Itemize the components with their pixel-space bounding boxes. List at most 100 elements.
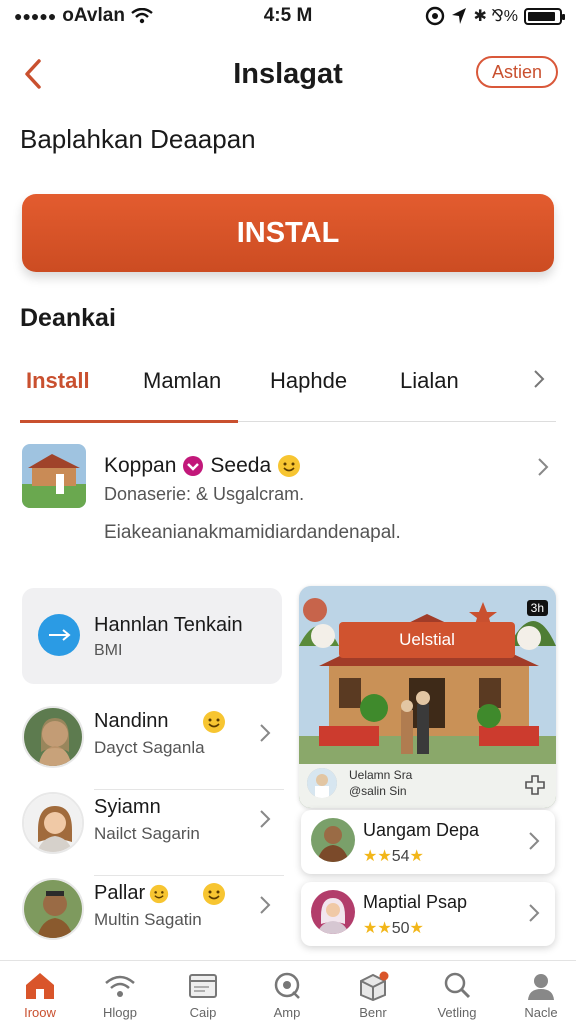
person-name-text: Pallar — [94, 882, 146, 904]
feature-subtitle: Donaserie: & Usgalcram. — [104, 484, 305, 504]
tab-bar: Install Mamlan Haphde Lialan — [0, 354, 576, 424]
tab-haphde[interactable]: Haphde — [270, 368, 347, 394]
nav-label: Benr — [359, 1005, 387, 1020]
lock-rotation-icon — [426, 6, 445, 26]
feature-name-part1: Koppan — [104, 454, 177, 477]
list-item[interactable]: Syiamn Nailct Sagarin — [22, 788, 284, 876]
person-subtitle: Nailct Sagarin — [94, 824, 200, 843]
mini-card-name: Uangam Depa — [363, 820, 480, 840]
nav-label: Nacle — [524, 1005, 558, 1020]
home-icon — [26, 973, 54, 999]
mini-card[interactable]: Uangam Depa ★★54★ — [301, 810, 555, 874]
search-icon — [444, 972, 471, 999]
search-circle-icon — [274, 972, 300, 999]
person-subtitle: Dayct Saganla — [94, 738, 205, 757]
person-name: Pallar — [94, 882, 169, 905]
photo-banner: Uelstial — [339, 622, 515, 658]
rating-value: 54 — [391, 848, 410, 865]
nav-label: Vetling — [437, 1005, 477, 1020]
mini-card[interactable]: Maptial Psap ★★50★ — [301, 882, 555, 946]
chevron-right-icon — [260, 810, 271, 828]
nav-item-caip[interactable]: Caip — [167, 971, 239, 1020]
battery-icon — [524, 7, 565, 25]
page-subtitle: Baplahkan Deaapan — [20, 124, 256, 154]
signal-dots-icon: ●●●●● — [14, 8, 57, 24]
carrier-label: oAvlan — [62, 5, 125, 26]
person-name: Syiamn — [94, 796, 161, 818]
mini-card-rating: ★★54★ — [363, 846, 424, 866]
photo-card-line1: Uelamn Sra — [349, 768, 413, 782]
photo-card[interactable]: Uelstial 3h Uelamn Sra @salin Sin — [299, 586, 556, 808]
heart-badge-icon — [183, 456, 204, 476]
smile-emoji-icon — [278, 455, 301, 477]
person-subtitle: Multin Sagatin — [94, 910, 202, 929]
smile-emoji-icon — [203, 711, 225, 733]
list-item[interactable]: Pallar Multin Sagatin — [22, 874, 284, 954]
avatar — [22, 706, 84, 768]
card-icon — [189, 974, 217, 998]
feature-item[interactable]: Koppan Seeda Donaserie: & Usgalcram. — [20, 442, 556, 514]
feature-thumbnail — [22, 444, 86, 508]
avatar — [307, 768, 337, 798]
tab-install[interactable]: Install — [26, 368, 90, 394]
nav-item-hlogp[interactable]: Hlogp — [84, 971, 156, 1020]
smile-emoji-icon — [149, 884, 169, 903]
rating-star-after: ★ — [409, 848, 424, 865]
photo-card-line2: @salin Sin — [349, 784, 407, 798]
nav-label: Iroow — [24, 1005, 56, 1020]
avatar — [311, 890, 355, 934]
chevron-right-icon — [529, 904, 540, 922]
smile-emoji-icon — [203, 883, 225, 905]
info-card[interactable]: Hannlan Tenkain BMI — [22, 588, 282, 684]
link-icon — [38, 614, 80, 656]
nav-item-benr[interactable]: Benr — [337, 971, 409, 1020]
battery-fill — [528, 11, 555, 21]
nav-item-nacle[interactable]: Nacle — [505, 971, 576, 1020]
nav-item-home[interactable]: Iroow — [4, 971, 76, 1020]
chevron-right-icon — [260, 896, 271, 914]
bottom-nav: Iroow Hlogp Caip Amp Benr Vetling Nacle — [0, 960, 576, 1024]
chevron-right-icon — [538, 458, 549, 476]
nav-label: Hlogp — [103, 1005, 137, 1020]
info-card-subtitle: BMI — [94, 642, 123, 659]
puzzle-icon[interactable] — [524, 774, 546, 796]
wifi-icon — [105, 975, 135, 997]
info-card-title: Hannlan Tenkain — [94, 614, 243, 636]
rating-stars: ★★ — [363, 920, 392, 937]
mini-card-name: Maptial Psap — [363, 892, 468, 912]
photo-card-footer: Uelamn Sra @salin Sin — [299, 764, 556, 808]
avatar — [22, 792, 84, 854]
feature-name-part2: Seeda — [210, 454, 272, 477]
chevron-right-icon — [529, 832, 540, 850]
feature-name: Koppan Seeda — [104, 454, 301, 478]
list-item[interactable]: Nandinn Dayct Saganla — [22, 702, 284, 790]
section-title: Deankai — [20, 304, 116, 332]
rating-star-after: ★ — [409, 920, 424, 937]
person-name: Nandinn — [94, 710, 169, 732]
location-icon — [452, 8, 467, 24]
app-header: Inslagat Astien — [0, 48, 576, 104]
profile-icon — [528, 974, 554, 1000]
header-pill-button[interactable]: Astien — [475, 56, 558, 88]
tab-mamlan[interactable]: Mamlan — [143, 368, 221, 394]
tabs-more-button[interactable] — [532, 368, 552, 396]
nav-label: Caip — [189, 1005, 217, 1020]
photo-corner-badge: 3h — [526, 600, 548, 616]
tab-active-indicator — [20, 420, 238, 423]
rating-value: 50 — [391, 920, 410, 937]
nav-item-vetling[interactable]: Vetling — [421, 971, 493, 1020]
nav-item-amp[interactable]: Amp — [251, 971, 323, 1020]
chevron-right-icon — [260, 724, 271, 742]
status-bar: ●●●●● oAvlan 4:5 M ✱ ⅋% — [0, 0, 576, 32]
tab-lialan[interactable]: Lialan — [400, 368, 459, 394]
install-button[interactable]: INSTAL — [22, 194, 554, 272]
avatar — [22, 878, 84, 940]
mini-card-rating: ★★50★ — [363, 918, 424, 938]
status-right-glyphs: ✱ ⅋% — [473, 8, 518, 25]
feature-description: Eiakeanianakmamidiardandenapal. — [104, 522, 401, 543]
avatar — [311, 818, 355, 862]
rating-stars: ★★ — [363, 848, 392, 865]
wifi-status-icon — [131, 8, 153, 24]
box-icon — [360, 971, 389, 1001]
nav-label: Amp — [273, 1005, 301, 1020]
